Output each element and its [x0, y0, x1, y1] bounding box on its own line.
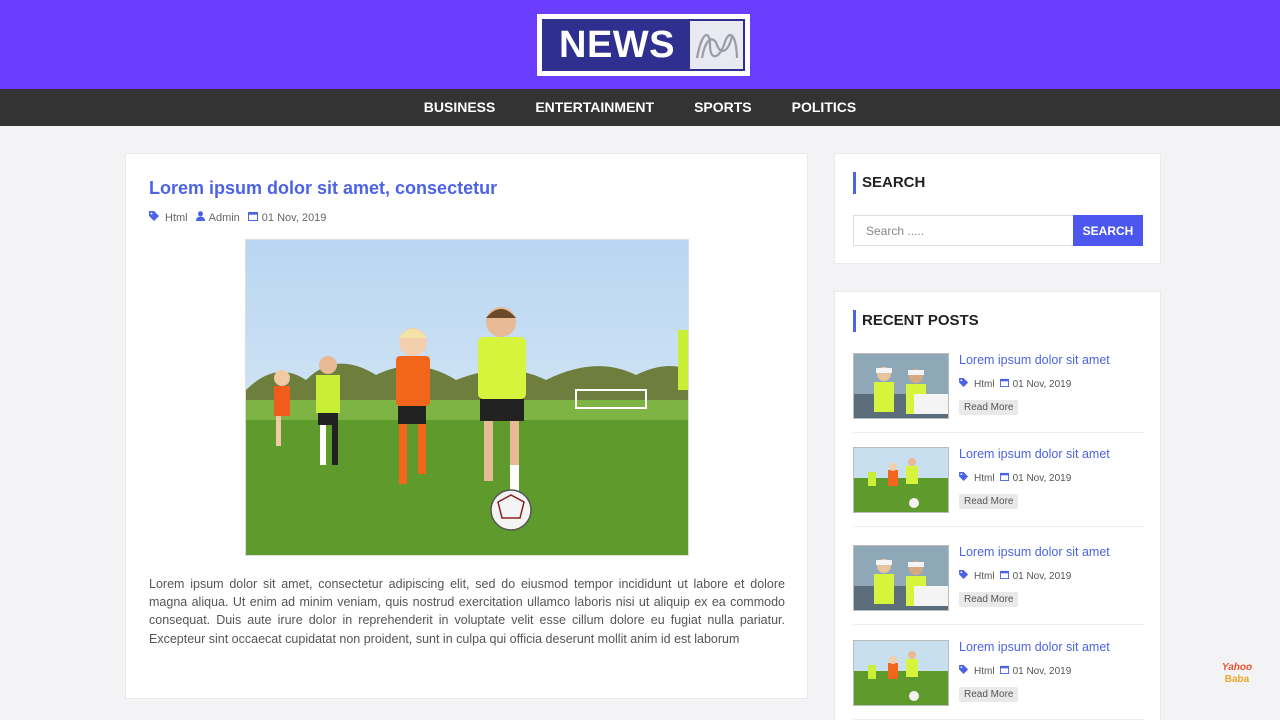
nav-entertainment[interactable]: ENTERTAINMENT [515, 89, 674, 126]
tags-icon [959, 472, 970, 484]
calendar-icon [247, 211, 258, 224]
post-date-label: 01 Nov, 2019 [261, 211, 327, 224]
abc-logo-icon [690, 21, 743, 69]
site-logo[interactable]: NEWS [537, 14, 750, 76]
recent-post-date: 01 Nov, 2019 [999, 378, 1072, 390]
nav-business[interactable]: BUSINESS [404, 89, 516, 126]
post-author[interactable]: Admin [195, 211, 240, 224]
post-author-label: Admin [208, 211, 240, 224]
search-widget: SEARCH SEARCH [834, 153, 1161, 264]
nav-sports[interactable]: SPORTS [674, 89, 772, 126]
recent-post-title[interactable]: Lorem ipsum dolor sit amet [959, 545, 1110, 559]
search-widget-title: SEARCH [853, 172, 925, 194]
tags-icon [149, 211, 161, 224]
watermark-line1: Yahoo [1221, 662, 1253, 673]
recent-post-date-label: 01 Nov, 2019 [1012, 570, 1072, 582]
recent-post-category[interactable]: Html [959, 472, 995, 484]
search-button[interactable]: SEARCH [1073, 215, 1143, 246]
recent-post-date-label: 01 Nov, 2019 [1012, 378, 1072, 390]
post-card: Lorem ipsum dolor sit amet, consectetur … [125, 153, 808, 699]
recent-post-title[interactable]: Lorem ipsum dolor sit amet [959, 447, 1110, 461]
search-input[interactable] [853, 215, 1075, 246]
post-meta: Html Admin 01 Nov, 2019 [149, 211, 326, 224]
post-category-label: Html [165, 211, 188, 224]
recent-post-category[interactable]: Html [959, 570, 995, 582]
tags-icon [959, 378, 970, 390]
post-date: 01 Nov, 2019 [247, 211, 327, 224]
calendar-icon [999, 570, 1009, 582]
recent-post-date-label: 01 Nov, 2019 [1012, 472, 1072, 484]
nav-politics[interactable]: POLITICS [772, 89, 877, 126]
recent-post-category-label: Html [974, 665, 995, 677]
recent-post-date-label: 01 Nov, 2019 [1012, 665, 1072, 677]
read-more-button[interactable]: Read More [959, 592, 1019, 607]
recent-post-date: 01 Nov, 2019 [999, 472, 1072, 484]
recent-post-category-label: Html [974, 378, 995, 390]
logo-text: NEWS [544, 21, 690, 69]
recent-post-thumbnail[interactable] [853, 447, 949, 513]
post-title[interactable]: Lorem ipsum dolor sit amet, consectetur [149, 178, 497, 199]
main-nav: BUSINESS ENTERTAINMENT SPORTS POLITICS [0, 89, 1280, 126]
watermark-line2: Baba [1224, 674, 1250, 685]
recent-post-category-label: Html [974, 472, 995, 484]
recent-post-category[interactable]: Html [959, 665, 995, 677]
post-image[interactable] [245, 239, 689, 556]
recent-post-meta: Html 01 Nov, 2019 [959, 472, 1071, 484]
user-icon [195, 211, 205, 224]
calendar-icon [999, 378, 1009, 390]
recent-post-category[interactable]: Html [959, 378, 995, 390]
yahoo-baba-watermark: Yahoo Baba [1214, 662, 1260, 686]
recent-post-meta: Html 01 Nov, 2019 [959, 378, 1071, 390]
recent-post-thumbnail[interactable] [853, 640, 949, 706]
site-header: NEWS [0, 0, 1280, 89]
recent-posts-title: RECENT POSTS [853, 310, 979, 332]
recent-post-meta: Html 01 Nov, 2019 [959, 665, 1071, 677]
post-body: Lorem ipsum dolor sit amet, consectetur … [149, 577, 785, 646]
recent-post-thumbnail[interactable] [853, 545, 949, 611]
post-category[interactable]: Html [149, 211, 188, 224]
recent-post-meta: Html 01 Nov, 2019 [959, 570, 1071, 582]
read-more-button[interactable]: Read More [959, 687, 1019, 702]
recent-post-item: Lorem ipsum dolor sit amet Html 01 Nov, 20… [853, 640, 1144, 720]
recent-post-item: Lorem ipsum dolor sit amet Html 01 Nov, 20… [853, 545, 1144, 625]
read-more-button[interactable]: Read More [959, 400, 1019, 415]
recent-post-category-label: Html [974, 570, 995, 582]
recent-post-item: Lorem ipsum dolor sit amet Html 01 Nov, 20… [853, 447, 1144, 527]
tags-icon [959, 665, 970, 677]
recent-post-item: Lorem ipsum dolor sit amet Html 01 Nov, 20… [853, 353, 1144, 433]
recent-post-date: 01 Nov, 2019 [999, 665, 1072, 677]
recent-post-title[interactable]: Lorem ipsum dolor sit amet [959, 640, 1110, 654]
recent-post-thumbnail[interactable] [853, 353, 949, 419]
recent-posts-widget: RECENT POSTS Lorem ipsum dolor sit amet H… [834, 291, 1161, 720]
calendar-icon [999, 665, 1009, 677]
read-more-button[interactable]: Read More [959, 494, 1019, 509]
recent-post-title[interactable]: Lorem ipsum dolor sit amet [959, 353, 1110, 367]
calendar-icon [999, 472, 1009, 484]
recent-post-date: 01 Nov, 2019 [999, 570, 1072, 582]
tags-icon [959, 570, 970, 582]
